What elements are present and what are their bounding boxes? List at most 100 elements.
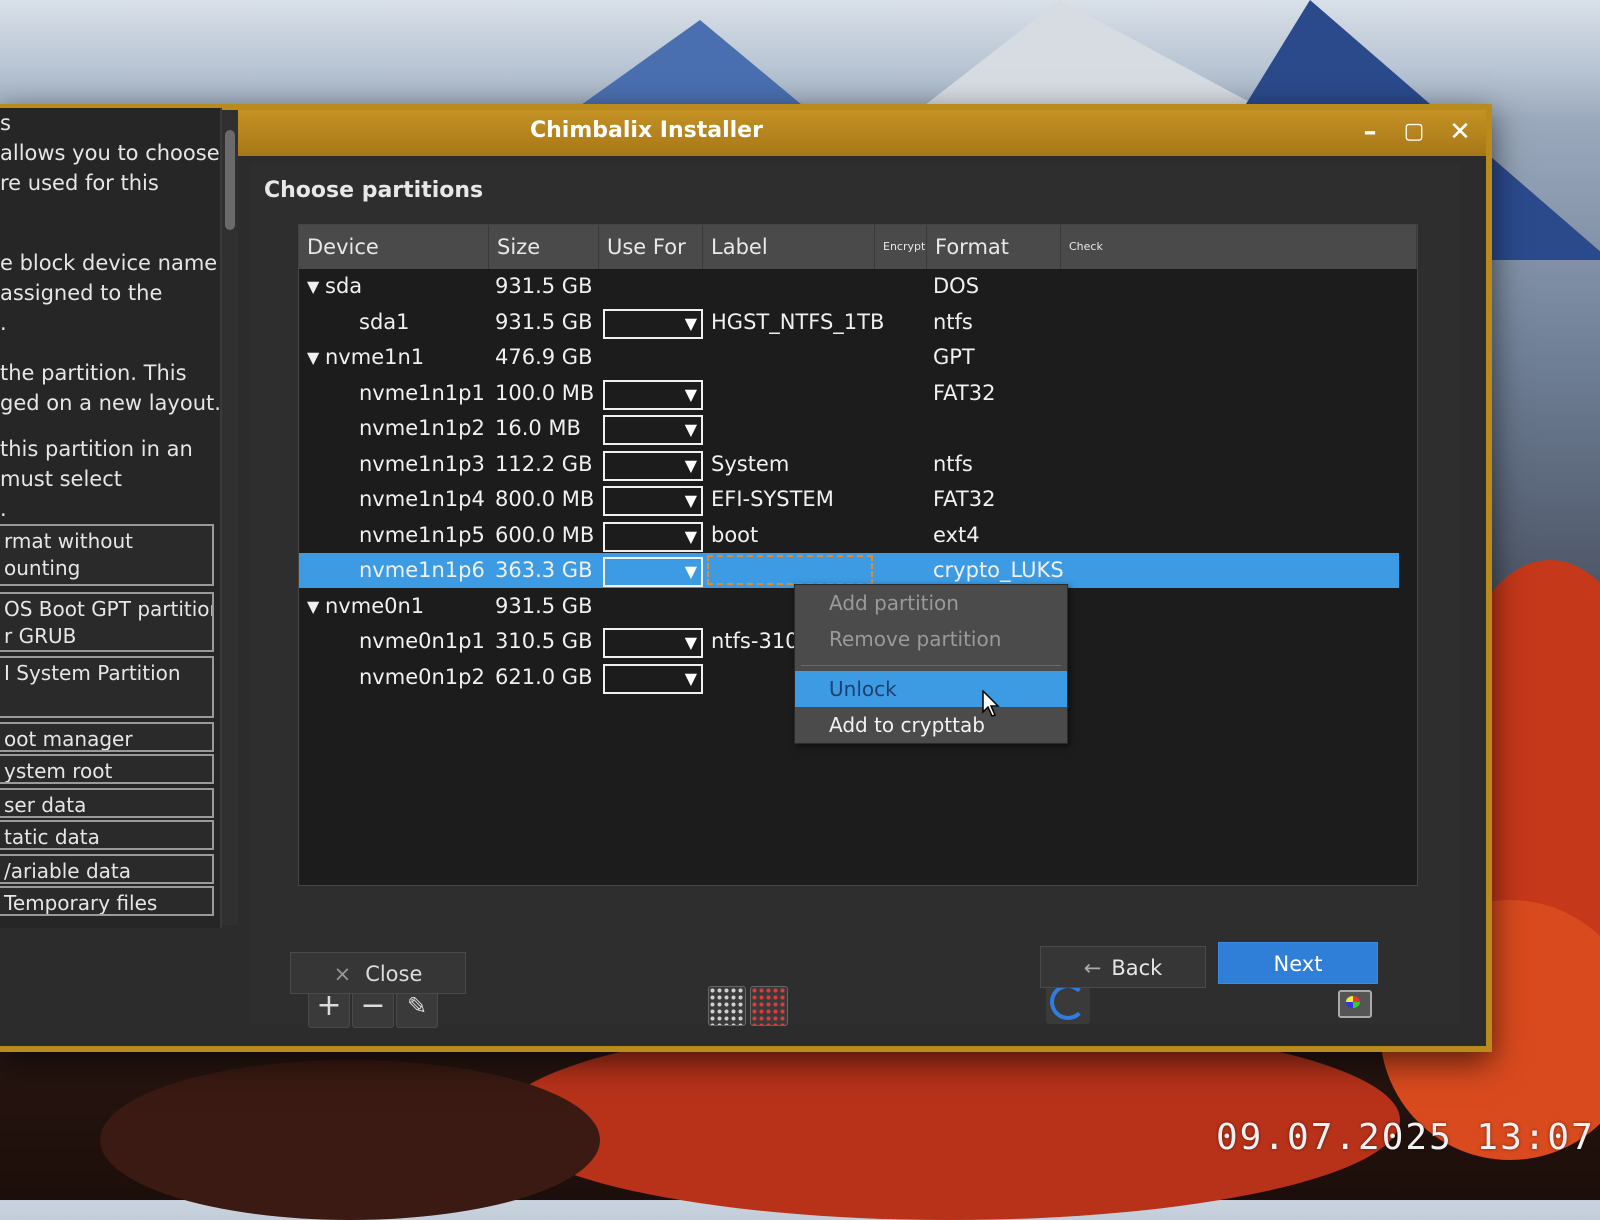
help-sidebar: s allows you to choose re used for this e b… [0,108,222,928]
table-row[interactable]: ▼ nvme1n1 476.9 GB GPT [299,340,1399,375]
cell-device: nvme1n1p6 [359,558,485,582]
cell-size: 310.5 GB [495,629,593,653]
cell-format: FAT32 [933,487,996,511]
menu-remove-partition[interactable]: Remove partition [795,621,1067,657]
back-button[interactable]: ← Back [1040,946,1206,988]
sidebar-help-text: . [0,497,7,521]
close-label: Close [365,962,423,986]
use-for-dropdown[interactable]: ▼ [603,663,703,694]
dropdown-arrow-icon: ▼ [684,420,697,439]
cell-format: GPT [933,345,975,369]
cell-label: HGST_NTFS_1TB [711,309,885,334]
close-icon[interactable]: ✕ [1444,116,1476,148]
table-row[interactable]: nvme1n1p3 112.2 GB ▼ System ntfs [299,447,1399,482]
table-row[interactable]: sda1 931.5 GB ▼ HGST_NTFS_1TB ntfs [299,305,1399,340]
sidebar-help-text: e block device name [0,251,218,275]
use-for-dropdown[interactable]: ▼ [603,521,703,552]
column-label[interactable]: Label [703,225,875,269]
menu-add-to-crypttab[interactable]: Add to crypttab [795,707,1067,743]
cell-device: nvme1n1p1 [359,380,485,405]
sidebar-option-box[interactable]: tatic data [0,820,214,850]
cell-device: nvme1n1p4 [359,487,485,511]
cell-size: 100.0 MB [495,380,595,405]
sidebar-help-text: re used for this [0,171,159,195]
use-for-dropdown[interactable]: ▼ [603,379,703,410]
sidebar-option-box[interactable]: I System Partition [0,656,214,718]
column-use-for[interactable]: Use For [599,225,703,269]
column-encrypt[interactable]: Encrypt [875,225,927,269]
cell-size: 931.5 GB [495,593,593,618]
sidebar-help-text: s [0,111,11,135]
maximize-icon[interactable]: ▢ [1398,116,1430,148]
menu-separator [801,665,1061,666]
close-x-icon: × [333,962,352,986]
sidebar-option-box[interactable]: ser data [0,788,214,818]
column-size[interactable]: Size [489,225,599,269]
disk-manager-icon[interactable] [1338,990,1372,1018]
menu-unlock[interactable]: Unlock [795,671,1067,707]
sidebar-help-text: . [0,311,7,335]
use-for-dropdown[interactable]: ▼ [603,450,703,481]
photo-timestamp: 09.07.2025 13:07 [1216,1117,1595,1158]
cell-format: ntfs [933,309,973,334]
grid-red-icon[interactable] [750,986,788,1026]
scrollbar-thumb[interactable] [225,130,235,230]
sidebar-help-text: this partition in an [0,437,193,461]
sidebar-option-box[interactable]: ystem root [0,754,214,784]
sidebar-help-text: the partition. This [0,361,187,385]
mouse-pointer-icon [982,690,1000,717]
back-arrow-icon: ← [1083,956,1102,980]
use-for-dropdown[interactable]: ▼ [603,308,703,339]
table-row[interactable]: nvme1n1p4 800.0 MB ▼ EFI-SYSTEM FAT32 [299,482,1399,517]
sidebar-help-text: assigned to the [0,281,163,305]
table-row[interactable]: nvme1n1p5 600.0 MB ▼ boot ext4 [299,518,1399,553]
cell-device: nvme1n1p3 [359,451,485,476]
cell-format: DOS [933,274,980,298]
dropdown-arrow-icon: ▼ [684,313,697,333]
expand-toggle-icon[interactable]: ▼ [307,589,319,624]
sidebar-option-box[interactable]: OS Boot GPT partition r GRUB [0,592,214,652]
dropdown-arrow-icon: ▼ [684,668,697,688]
use-for-dropdown[interactable]: ▼ [603,415,703,445]
cell-device: nvme1n1p2 [359,416,485,440]
sidebar-scrollbar[interactable] [222,110,238,925]
expand-toggle-icon[interactable]: ▼ [307,340,319,375]
cell-device: nvme0n1 [325,593,425,618]
sidebar-option-box[interactable]: /ariable data [0,854,214,884]
next-button[interactable]: Next [1218,942,1378,984]
sidebar-option-box[interactable]: Temporary files [0,886,214,916]
cell-label: System [711,451,790,476]
window-title: Chimbalix Installer [530,118,763,143]
use-for-dropdown[interactable]: ▼ [603,486,703,516]
menu-add-partition[interactable]: Add partition [795,585,1067,621]
cell-size: 476.9 GB [495,345,593,369]
cell-label: EFI-SYSTEM [711,487,834,511]
label-edit-field[interactable] [707,555,873,585]
cell-size: 931.5 GB [495,309,593,334]
cell-label: boot [711,522,759,547]
table-row[interactable]: nvme1n1p1 100.0 MB ▼ FAT32 [299,376,1399,411]
close-button[interactable]: × Close [290,952,466,994]
grid-view-icon[interactable] [708,986,746,1026]
expand-toggle-icon[interactable]: ▼ [307,269,319,304]
column-check[interactable]: Check [1061,225,1417,269]
sidebar-option-box[interactable]: rmat without ounting [0,524,214,586]
cell-format: ext4 [933,522,980,547]
cell-device: sda1 [359,309,410,334]
minimize-icon[interactable]: – [1354,116,1386,148]
use-for-dropdown[interactable]: ▼ [603,557,703,587]
sidebar-help-text: allows you to choose [0,141,220,165]
use-for-dropdown[interactable]: ▼ [603,628,703,658]
table-row[interactable]: nvme1n1p6 363.3 GB ▼ crypto_LUKS [299,553,1399,588]
cell-format: ntfs [933,451,973,476]
table-row[interactable]: nvme1n1p2 16.0 MB ▼ [299,411,1399,446]
cell-size: 600.0 MB [495,522,595,547]
dropdown-arrow-icon: ▼ [684,384,697,404]
dropdown-arrow-icon: ▼ [684,491,697,510]
column-device[interactable]: Device [299,225,489,269]
column-format[interactable]: Format [927,225,1061,269]
cell-size: 16.0 MB [495,416,581,440]
sidebar-option-box[interactable]: oot manager [0,722,214,752]
table-row[interactable]: ▼ sda 931.5 GB DOS [299,269,1399,304]
refresh-icon[interactable] [1050,984,1086,1020]
